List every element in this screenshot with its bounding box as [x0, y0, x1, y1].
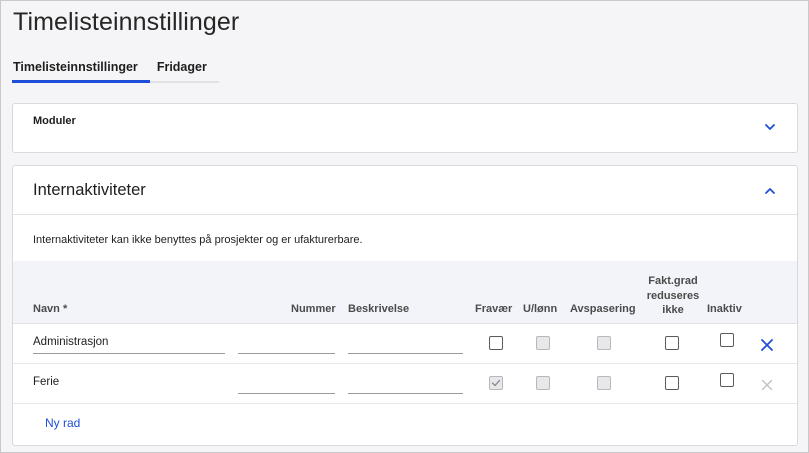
column-unpaid: U/lønn	[523, 303, 558, 315]
number-input[interactable]	[238, 374, 335, 394]
divider	[13, 214, 797, 215]
column-absence: Fravær	[475, 303, 513, 315]
description-input[interactable]	[348, 334, 463, 354]
chevron-up-icon[interactable]	[763, 184, 777, 198]
inactive-checkbox[interactable]	[720, 333, 734, 347]
column-number: Nummer	[291, 303, 336, 315]
column-billing-rate-line2: reduseres	[646, 289, 700, 302]
billing-rate-checkbox[interactable]	[665, 376, 679, 390]
modules-card: Moduler	[12, 103, 798, 153]
checkmark-icon	[491, 379, 501, 387]
modules-title: Moduler	[33, 115, 76, 127]
column-billing-rate-line1: Fakt.grad	[648, 275, 698, 287]
internal-activities-card: Internaktiviteter Internaktiviteter kan …	[12, 165, 798, 446]
name-input[interactable]	[33, 334, 225, 354]
unpaid-checkbox	[536, 376, 550, 390]
time-off-checkbox	[597, 376, 611, 390]
delete-row-icon	[760, 378, 774, 392]
unpaid-checkbox	[536, 336, 550, 350]
column-inactive: Inaktiv	[707, 303, 742, 315]
table-row: Administrasjon	[13, 324, 797, 364]
column-description: Beskrivelse	[348, 303, 410, 315]
intro-text: Internaktiviteter kan ikke benyttes på p…	[33, 234, 363, 246]
page-title: Timelisteinnstillinger	[13, 8, 240, 36]
add-row-button[interactable]: Ny rad	[45, 416, 80, 430]
description-input[interactable]	[348, 374, 463, 394]
column-billing-rate-line3: ikke	[662, 304, 684, 316]
table-row: Ferie	[13, 364, 797, 404]
column-name: Navn *	[33, 303, 68, 315]
time-off-checkbox	[597, 336, 611, 350]
tab-bar: Timelisteinnstillinger Fridager	[12, 56, 219, 83]
billing-rate-checkbox[interactable]	[665, 336, 679, 350]
inactive-checkbox[interactable]	[720, 373, 734, 387]
column-time-off: Avspasering	[570, 303, 636, 315]
row-name-value: Ferie	[33, 376, 60, 388]
delete-row-icon[interactable]	[760, 338, 774, 352]
table-header: Navn * Nummer Beskrivelse Fravær U/lønn …	[13, 261, 797, 324]
absence-checkbox	[489, 376, 503, 390]
tab-fridager[interactable]: Fridager	[149, 56, 219, 83]
internal-activities-title: Internaktiviteter	[33, 181, 146, 199]
tab-timelisteinnstillinger[interactable]: Timelisteinnstillinger	[12, 56, 150, 83]
absence-checkbox[interactable]	[489, 336, 503, 350]
column-billing-rate: Fakt.grad reduseres ikke	[638, 274, 708, 318]
chevron-down-icon[interactable]	[763, 120, 777, 134]
number-input[interactable]	[238, 334, 335, 354]
